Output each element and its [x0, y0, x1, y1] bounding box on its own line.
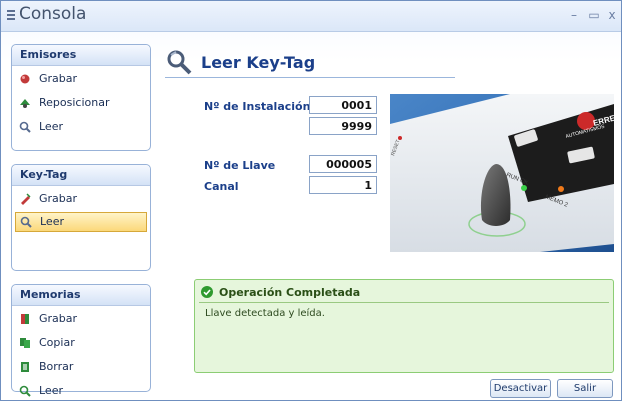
memorias-header: Memorias [12, 285, 150, 306]
installation-field-2[interactable]: 9999 [309, 117, 377, 135]
record-icon [21, 314, 29, 324]
record-icon [20, 74, 30, 84]
check-circle-icon [201, 286, 213, 298]
maximize-button[interactable]: ▭ [587, 8, 601, 22]
console-window: Consola – ▭ x Emisores Grabar Reposicion… [0, 0, 622, 401]
deactivate-button[interactable]: Desactivar [490, 379, 551, 398]
keytag-leer-label: Leer [40, 215, 64, 228]
emisores-leer-label: Leer [39, 120, 63, 133]
keytag-grabar-label: Grabar [39, 192, 78, 205]
installation-field-1[interactable]: 0001 [309, 96, 377, 114]
memorias-leer-item[interactable]: Leer [15, 380, 147, 402]
channel-field[interactable]: 1 [309, 176, 377, 194]
memorias-grabar-item[interactable]: Grabar [15, 308, 147, 330]
status-title: Operación Completada [219, 286, 361, 299]
emisores-grabar-item[interactable]: Grabar [15, 68, 147, 90]
copy-icon [20, 338, 30, 348]
exit-button[interactable]: Salir [557, 379, 613, 398]
record-icon [21, 193, 31, 205]
minimize-button[interactable]: – [567, 8, 581, 22]
emisores-grabar-label: Grabar [39, 72, 78, 85]
memorias-copiar-label: Copiar [39, 336, 75, 349]
memorias-leer-label: Leer [39, 384, 63, 397]
memorias-borrar-label: Borrar [39, 360, 74, 373]
emisores-panel: Emisores Grabar Reposicionar Leer [11, 44, 151, 151]
status-divider [199, 302, 609, 303]
read-keytag-icon [167, 50, 192, 75]
keytag-leer-item[interactable]: Leer [15, 212, 147, 232]
emisores-leer-item[interactable]: Leer [15, 116, 147, 138]
delete-icon [21, 362, 29, 372]
keytag-panel: Key-Tag Grabar Leer [11, 164, 151, 271]
memorias-grabar-label: Grabar [39, 312, 78, 325]
emisores-reposicionar-label: Reposicionar [39, 96, 110, 109]
status-message: Llave detectada y leída. [205, 308, 325, 319]
memorias-borrar-item[interactable]: Borrar [15, 356, 147, 378]
read-icon [20, 216, 32, 228]
read-icon [19, 121, 31, 133]
installation-label: Nº de Instalación [204, 100, 311, 113]
emisores-header: Emisores [12, 45, 150, 66]
key-number-field[interactable]: 000005 [309, 155, 377, 173]
close-button[interactable]: x [605, 8, 619, 22]
main-header: Leer Key-Tag [165, 49, 455, 78]
menu-lines-icon[interactable] [7, 10, 15, 20]
read-icon [19, 385, 31, 397]
emisores-reposicionar-item[interactable]: Reposicionar [15, 92, 147, 114]
reposition-icon [20, 99, 30, 108]
memorias-panel: Memorias Grabar Copiar Borrar Leer [11, 284, 151, 397]
keytag-header: Key-Tag [12, 165, 150, 186]
keytag-grabar-item[interactable]: Grabar [15, 188, 147, 210]
status-panel: Operación Completada Llave detectada y l… [194, 279, 614, 373]
page-title: Leer Key-Tag [201, 53, 316, 72]
reader-device-image: ERREKA AUTOMATISMOS RESET RUN OK MEMO 2 [390, 94, 614, 252]
title-bar: Consola – ▭ x [1, 1, 621, 32]
channel-label: Canal [204, 180, 239, 193]
device-photo: ERREKA AUTOMATISMOS RESET RUN OK MEMO 2 [390, 94, 614, 252]
key-number-label: Nº de Llave [204, 159, 276, 172]
memorias-copiar-item[interactable]: Copiar [15, 332, 147, 354]
window-title: Consola [19, 4, 87, 24]
